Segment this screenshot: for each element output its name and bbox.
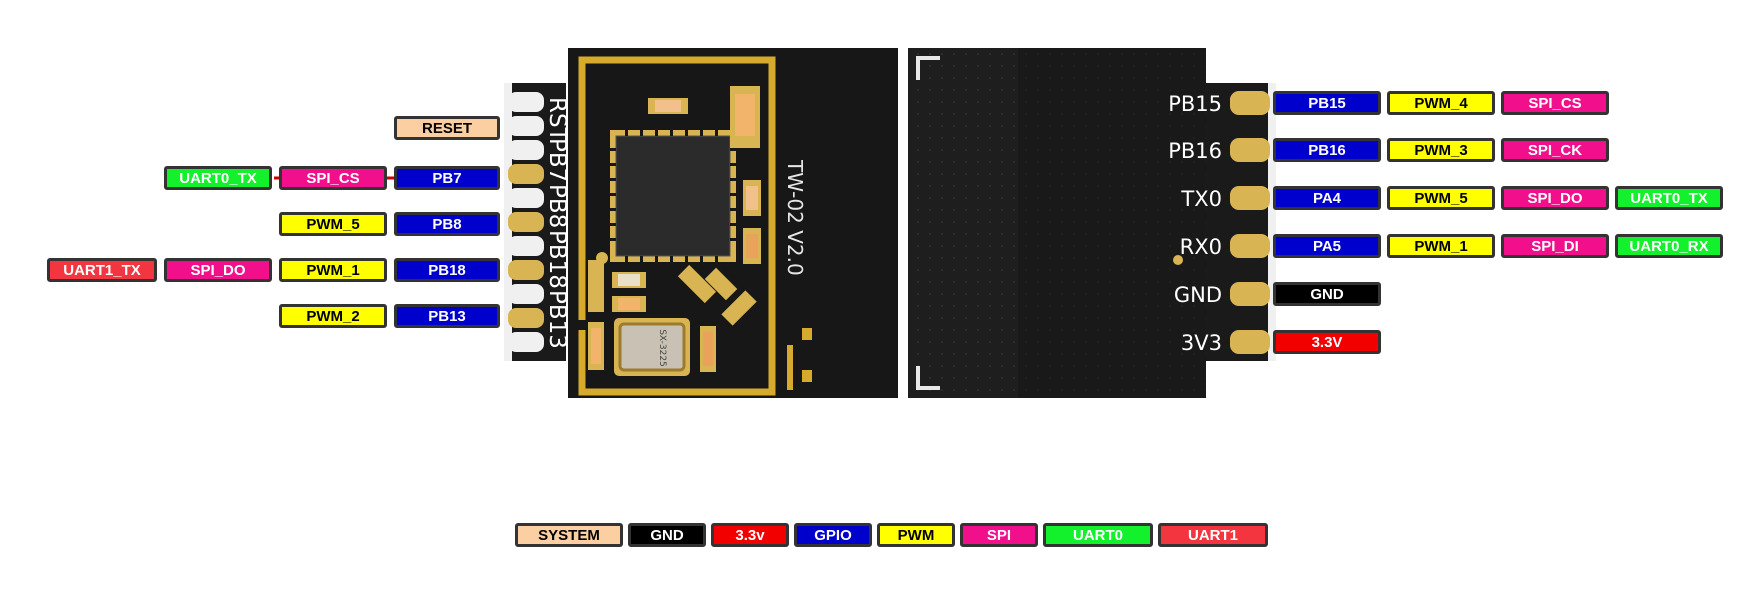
pinout-diagram: RST PB7 PB8 PB18 PB13 SX-3225 TW-02 V2.0… [0, 0, 1763, 604]
module-front: RST PB7 PB8 PB18 PB13 SX-3225 TW-02 V2.0 [504, 48, 898, 398]
back-pad-rx0 [1230, 234, 1270, 258]
right-gnd-gnd-label: GND [1273, 282, 1381, 306]
right-tx0-pwm-5-label: PWM_5 [1387, 186, 1495, 210]
legend-uart1-swatch: UART1 [1158, 523, 1268, 547]
back-pin-name-pb15: PB15 [1168, 92, 1222, 116]
left-pb8-pb8-label: PB8 [394, 212, 500, 236]
back-pad-gnd [1230, 282, 1270, 306]
right-pb15-spi-cs-label: SPI_CS [1501, 91, 1609, 115]
right-rx0-spi-di-label: SPI_DI [1501, 234, 1609, 258]
back-pad-tx0 [1230, 186, 1270, 210]
legend-uart0-swatch: UART0 [1043, 523, 1153, 547]
front-pin-names: RST PB7 PB8 PB18 PB13 [544, 97, 570, 349]
legend-power-swatch: 3.3v [711, 523, 789, 547]
right-tx0-uart0-tx-label: UART0_TX [1615, 186, 1723, 210]
right-rx0-uart0-rx-label: UART0_RX [1615, 234, 1723, 258]
module-silkscreen: TW-02 V2.0 [783, 159, 807, 276]
legend-spi-swatch: SPI [960, 523, 1038, 547]
svg-text:PB18: PB18 [544, 230, 570, 289]
back-pin-name-gnd: GND [1174, 283, 1222, 307]
right-pb16-pwm-3-label: PWM_3 [1387, 138, 1495, 162]
back-pin-name-pb16: PB16 [1168, 139, 1222, 163]
crystal-marking: SX-3225 [657, 329, 667, 367]
left-pb8-pwm-5-label: PWM_5 [279, 212, 387, 236]
back-pad-strip [1206, 83, 1276, 361]
left-pb7-pb7-label: PB7 [394, 166, 500, 190]
left-pb13-pwm-2-label: PWM_2 [279, 304, 387, 328]
right-rx0-pwm-1-label: PWM_1 [1387, 234, 1495, 258]
right-pb16-pb16-label: PB16 [1273, 138, 1381, 162]
back-pin-name-3v3: 3V3 [1181, 331, 1222, 355]
legend-gnd-swatch: GND [628, 523, 706, 547]
right-tx0-spi-do-label: SPI_DO [1501, 186, 1609, 210]
crystal: SX-3225 [614, 318, 690, 376]
right-pb15-pwm-4-label: PWM_4 [1387, 91, 1495, 115]
left-pb18-spi-do-label: SPI_DO [164, 258, 272, 282]
back-strip-edge [1268, 83, 1276, 361]
module-illustration: RST PB7 PB8 PB18 PB13 SX-3225 TW-02 V2.0… [274, 48, 1276, 398]
left-pb18-pb18-label: PB18 [394, 258, 500, 282]
svg-text:PB7: PB7 [544, 138, 570, 182]
left-pb18-uart1-tx-label: UART1_TX [47, 258, 157, 282]
legend-gpio-swatch: GPIO [794, 523, 872, 547]
back-pad-pb16 [1230, 138, 1270, 162]
right-tx0-pa4-label: PA4 [1273, 186, 1381, 210]
back-pin-name-tx0: TX0 [1180, 187, 1222, 211]
svg-text:PB8: PB8 [544, 184, 570, 228]
left-pb18-pwm-1-label: PWM_1 [279, 258, 387, 282]
back-pin-name-rx0: RX0 [1180, 235, 1222, 259]
legend-system-swatch: SYSTEM [515, 523, 623, 547]
left-pb7-uart0-tx-label: UART0_TX [164, 166, 272, 190]
right-pb15-pb15-label: PB15 [1273, 91, 1381, 115]
back-pad-pb15 [1230, 91, 1270, 115]
right-rx0-pa5-label: PA5 [1273, 234, 1381, 258]
right-3v3-3-3v-label: 3.3V [1273, 330, 1381, 354]
svg-text:RST: RST [544, 97, 570, 143]
front-pads [508, 92, 544, 352]
svg-text:PB13: PB13 [544, 290, 570, 349]
legend-pwm-swatch: PWM [877, 523, 955, 547]
left-pb7-spi-cs-label: SPI_CS [279, 166, 387, 190]
mcu-chip [610, 130, 736, 262]
left-rst-reset-label: RESET [394, 116, 500, 140]
right-pb16-spi-ck-label: SPI_CK [1501, 138, 1609, 162]
back-pad-3v3 [1230, 330, 1270, 354]
left-pb13-pb13-label: PB13 [394, 304, 500, 328]
